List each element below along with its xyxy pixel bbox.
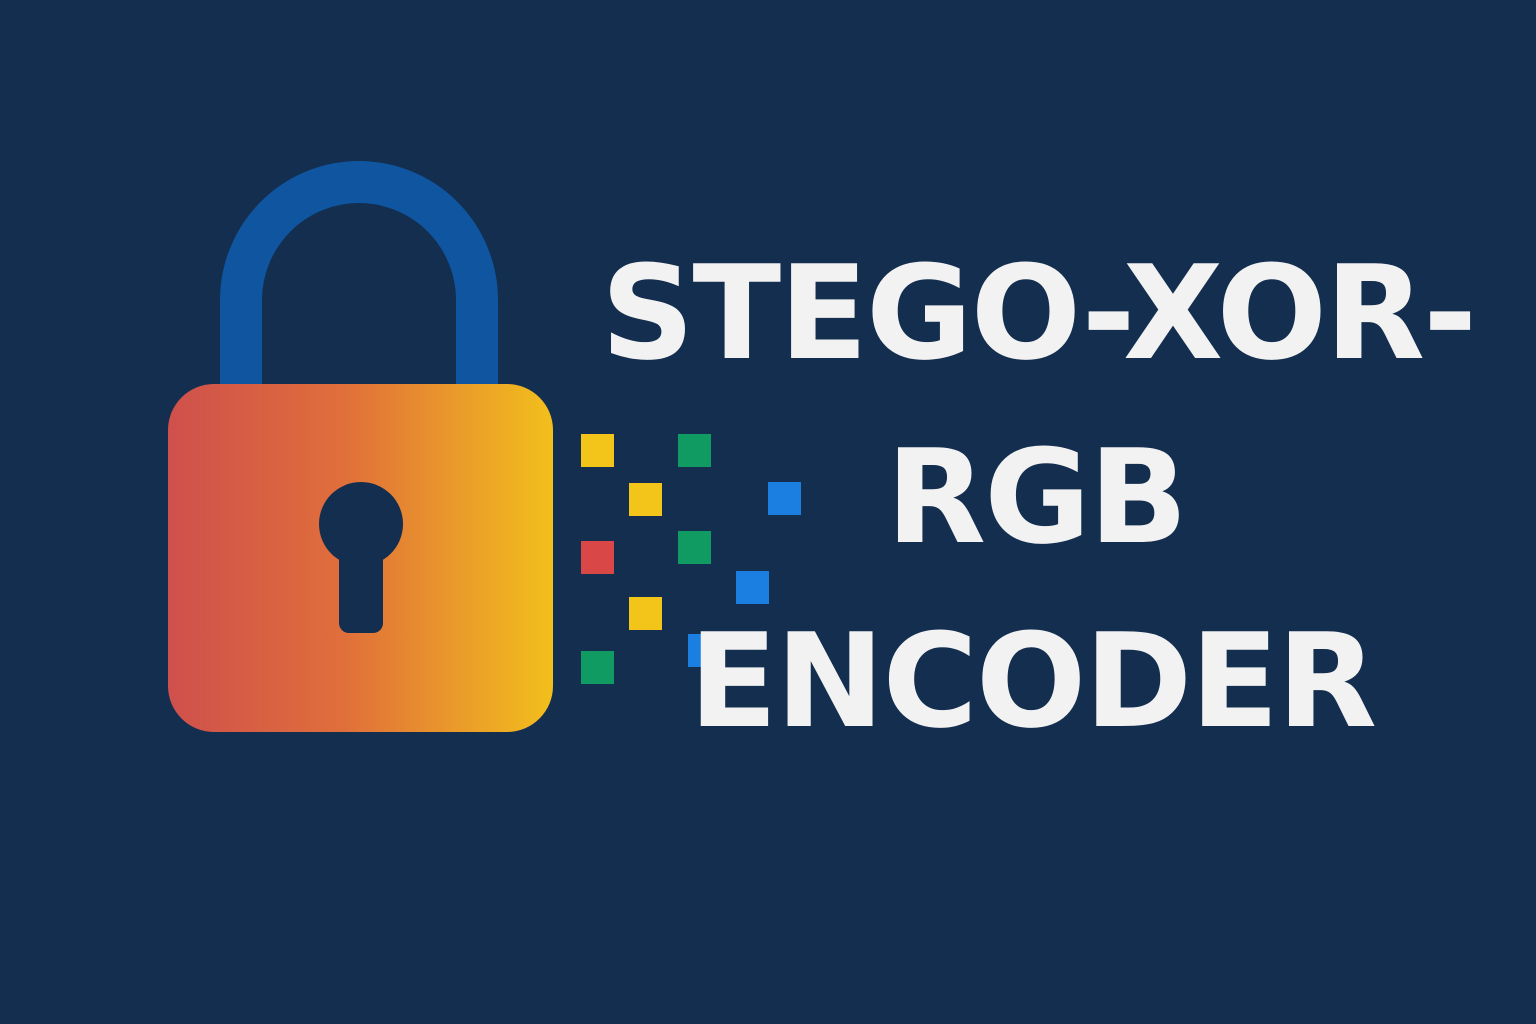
- logo-title: STEGO-XOR- RGB ENCODER: [600, 238, 1500, 758]
- title-line-2: RGB: [886, 421, 1188, 573]
- title-line-3: ENCODER: [688, 605, 1377, 757]
- logo-banner: STEGO-XOR- RGB ENCODER: [0, 0, 1536, 1024]
- title-line-1: STEGO-XOR-: [600, 237, 1477, 389]
- padlock-shackle: [220, 161, 498, 400]
